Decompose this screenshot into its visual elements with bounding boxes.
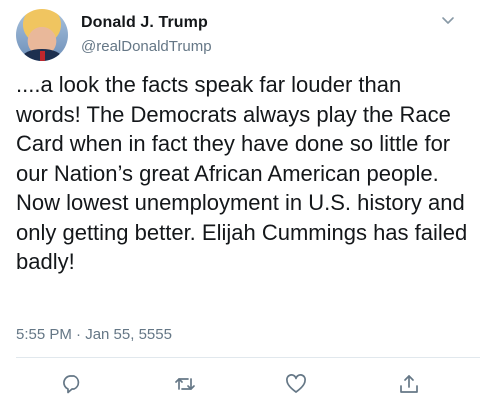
author-display-name[interactable]: Donald J. Trump — [81, 14, 208, 32]
retweet-icon[interactable] — [174, 373, 196, 395]
tweet-timestamp[interactable]: 5:55 PM · Jan 55, 5555 — [16, 326, 172, 343]
tweet-text: ....a look the facts speak far louder th… — [16, 72, 468, 274]
divider — [16, 357, 480, 358]
share-icon[interactable] — [398, 373, 420, 395]
avatar[interactable] — [16, 9, 68, 61]
chevron-down-icon[interactable] — [440, 12, 456, 28]
tweet-card: Donald J. Trump @realDonaldTrump ....a l… — [0, 0, 480, 410]
author-handle[interactable]: @realDonaldTrump — [81, 38, 212, 55]
heart-icon[interactable] — [285, 373, 307, 395]
avatar-tie — [40, 51, 45, 61]
reply-icon[interactable] — [61, 373, 83, 395]
